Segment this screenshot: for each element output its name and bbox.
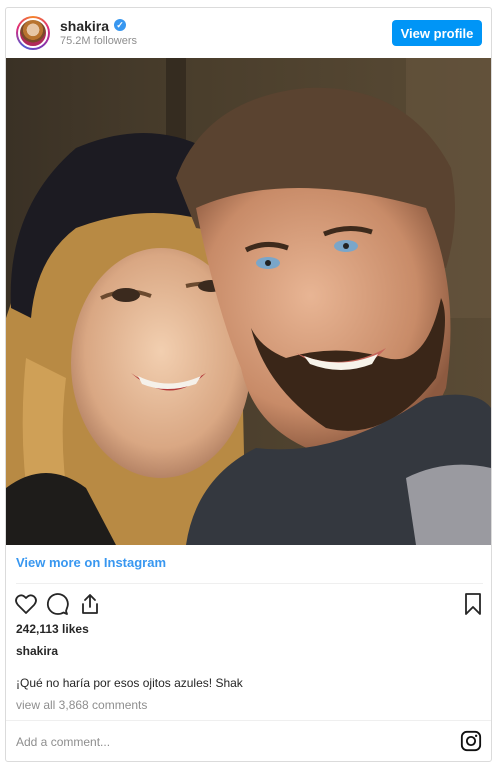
followers-count: 75.2M followers <box>60 35 138 47</box>
add-comment-input[interactable] <box>16 730 436 754</box>
divider <box>6 720 491 721</box>
heart-icon[interactable] <box>14 592 38 616</box>
comment-icon[interactable] <box>46 592 70 616</box>
view-profile-button[interactable]: View profile <box>392 20 482 46</box>
avatar[interactable] <box>16 16 50 50</box>
instagram-icon[interactable] <box>460 730 482 752</box>
instagram-embed-card: shakira ✓ 75.2M followers View profile V… <box>5 7 492 762</box>
action-bar <box>6 588 491 622</box>
avatar-image <box>18 18 48 48</box>
view-all-comments-link[interactable]: view all 3,868 comments <box>16 698 147 712</box>
post-header: shakira ✓ 75.2M followers View profile <box>6 8 491 58</box>
username[interactable]: shakira <box>60 18 109 34</box>
share-icon[interactable] <box>78 592 102 616</box>
bookmark-icon[interactable] <box>461 592 485 616</box>
verified-badge-icon: ✓ <box>114 19 126 31</box>
divider <box>16 583 483 584</box>
caption-text: ¡Qué no haría por esos ojitos azules! Sh… <box>16 676 243 690</box>
view-more-on-instagram-link[interactable]: View more on Instagram <box>16 555 166 570</box>
post-photo[interactable] <box>6 58 491 545</box>
likes-count[interactable]: 242,113 likes <box>16 622 89 636</box>
caption-username[interactable]: shakira <box>16 644 58 658</box>
photo-illustration <box>6 58 491 545</box>
